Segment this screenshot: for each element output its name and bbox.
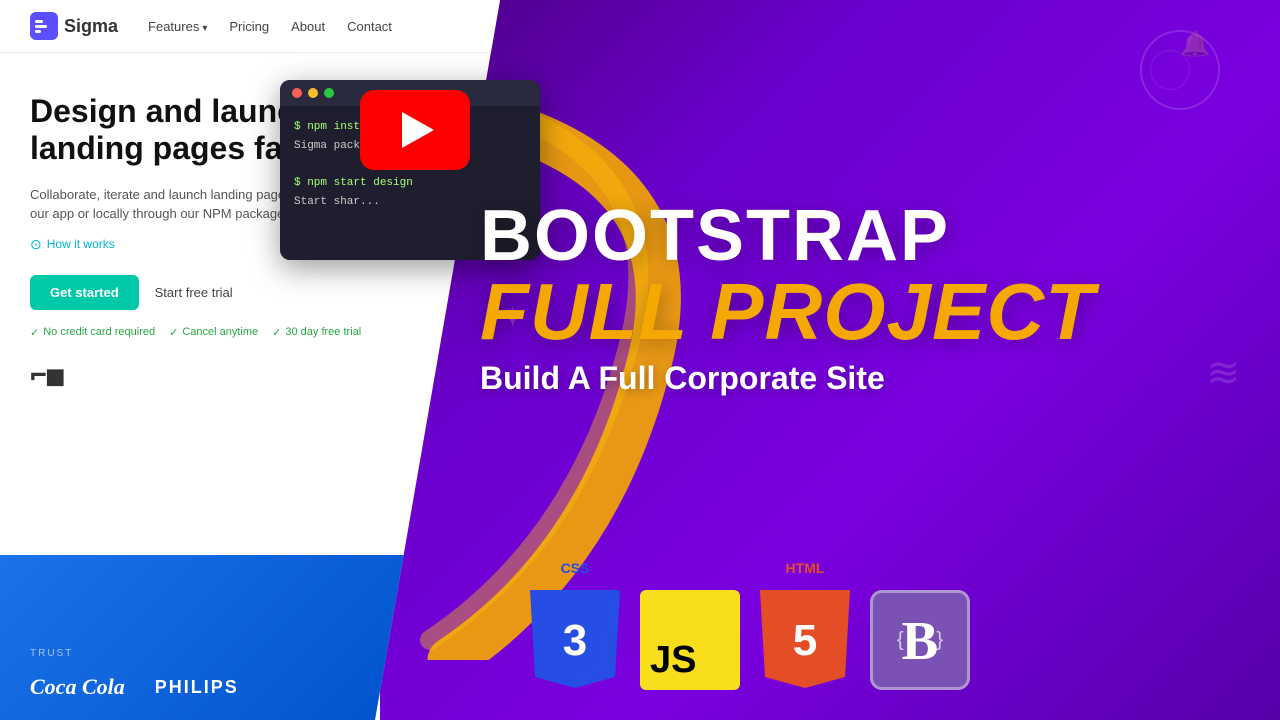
trusted-section: TRUST Coca Cola PHILIPS [0,555,420,720]
terminal-minimize-dot [308,88,318,98]
bootstrap-box: { B } [870,590,970,690]
bootstrap-label: BOOTSTRAP [480,200,1095,272]
coca-cola-logo: Coca Cola [30,674,125,700]
badge-cancel-anytime: Cancel anytime [169,326,258,339]
main-overlay-text: BOOTSTRAP FULL PROJECT Build A Full Corp… [480,200,1095,397]
svg-text:5: 5 [793,616,817,665]
trusted-label: TRUST [30,648,390,659]
subtitle-label: Build A Full Corporate Site [480,360,1095,397]
play-icon [402,112,434,148]
terminal-line-3: $ npm start design [294,174,526,193]
start-free-trial-link[interactable]: Start free trial [155,285,233,300]
nav-pricing[interactable]: Pricing [229,19,269,34]
bootstrap-icon: { B } [870,590,970,690]
youtube-play-button[interactable] [360,90,470,170]
navbar: Sigma Features Pricing About Contact [0,0,500,53]
full-project-label: FULL PROJECT [480,272,1095,352]
nav-contact[interactable]: Contact [347,19,392,34]
squiggle-decoration: ⌐■ [30,359,470,392]
nav-features[interactable]: Features [148,19,207,34]
css-label: CSS [561,560,590,576]
js-icon: JS [640,590,740,690]
js-label: JS [650,639,696,682]
nav-links: Features Pricing About Contact [148,19,392,34]
logo-text: Sigma [64,16,118,37]
badge-free-trial: 30 day free trial [272,326,361,339]
philips-logo: PHILIPS [155,677,239,698]
logo[interactable]: Sigma [30,12,118,40]
tech-icons-row: CSS 3 JS HTML 5 { B } [530,560,970,690]
svg-text:3: 3 [563,616,587,665]
terminal-maximize-dot [324,88,334,98]
get-started-button[interactable]: Get started [30,275,139,310]
deco-squiggle: ≋ [1206,350,1240,396]
css3-icon: CSS 3 [530,560,620,690]
html-label: HTML [786,560,825,576]
nav-about[interactable]: About [291,19,325,34]
features-dropdown-icon [202,19,207,34]
css-shield-svg: 3 [530,580,620,690]
brand-logos: Coca Cola PHILIPS [30,674,390,700]
html5-icon: HTML 5 [760,560,850,690]
bell-icon: 🔔 [1180,30,1210,59]
badges-row: No credit card required Cancel anytime 3… [30,326,470,339]
html-shield-svg: 5 [760,580,850,690]
terminal-close-dot [292,88,302,98]
cta-row: Get started Start free trial [30,275,470,310]
badge-no-credit-card: No credit card required [30,326,155,339]
js-box: JS [640,590,740,690]
